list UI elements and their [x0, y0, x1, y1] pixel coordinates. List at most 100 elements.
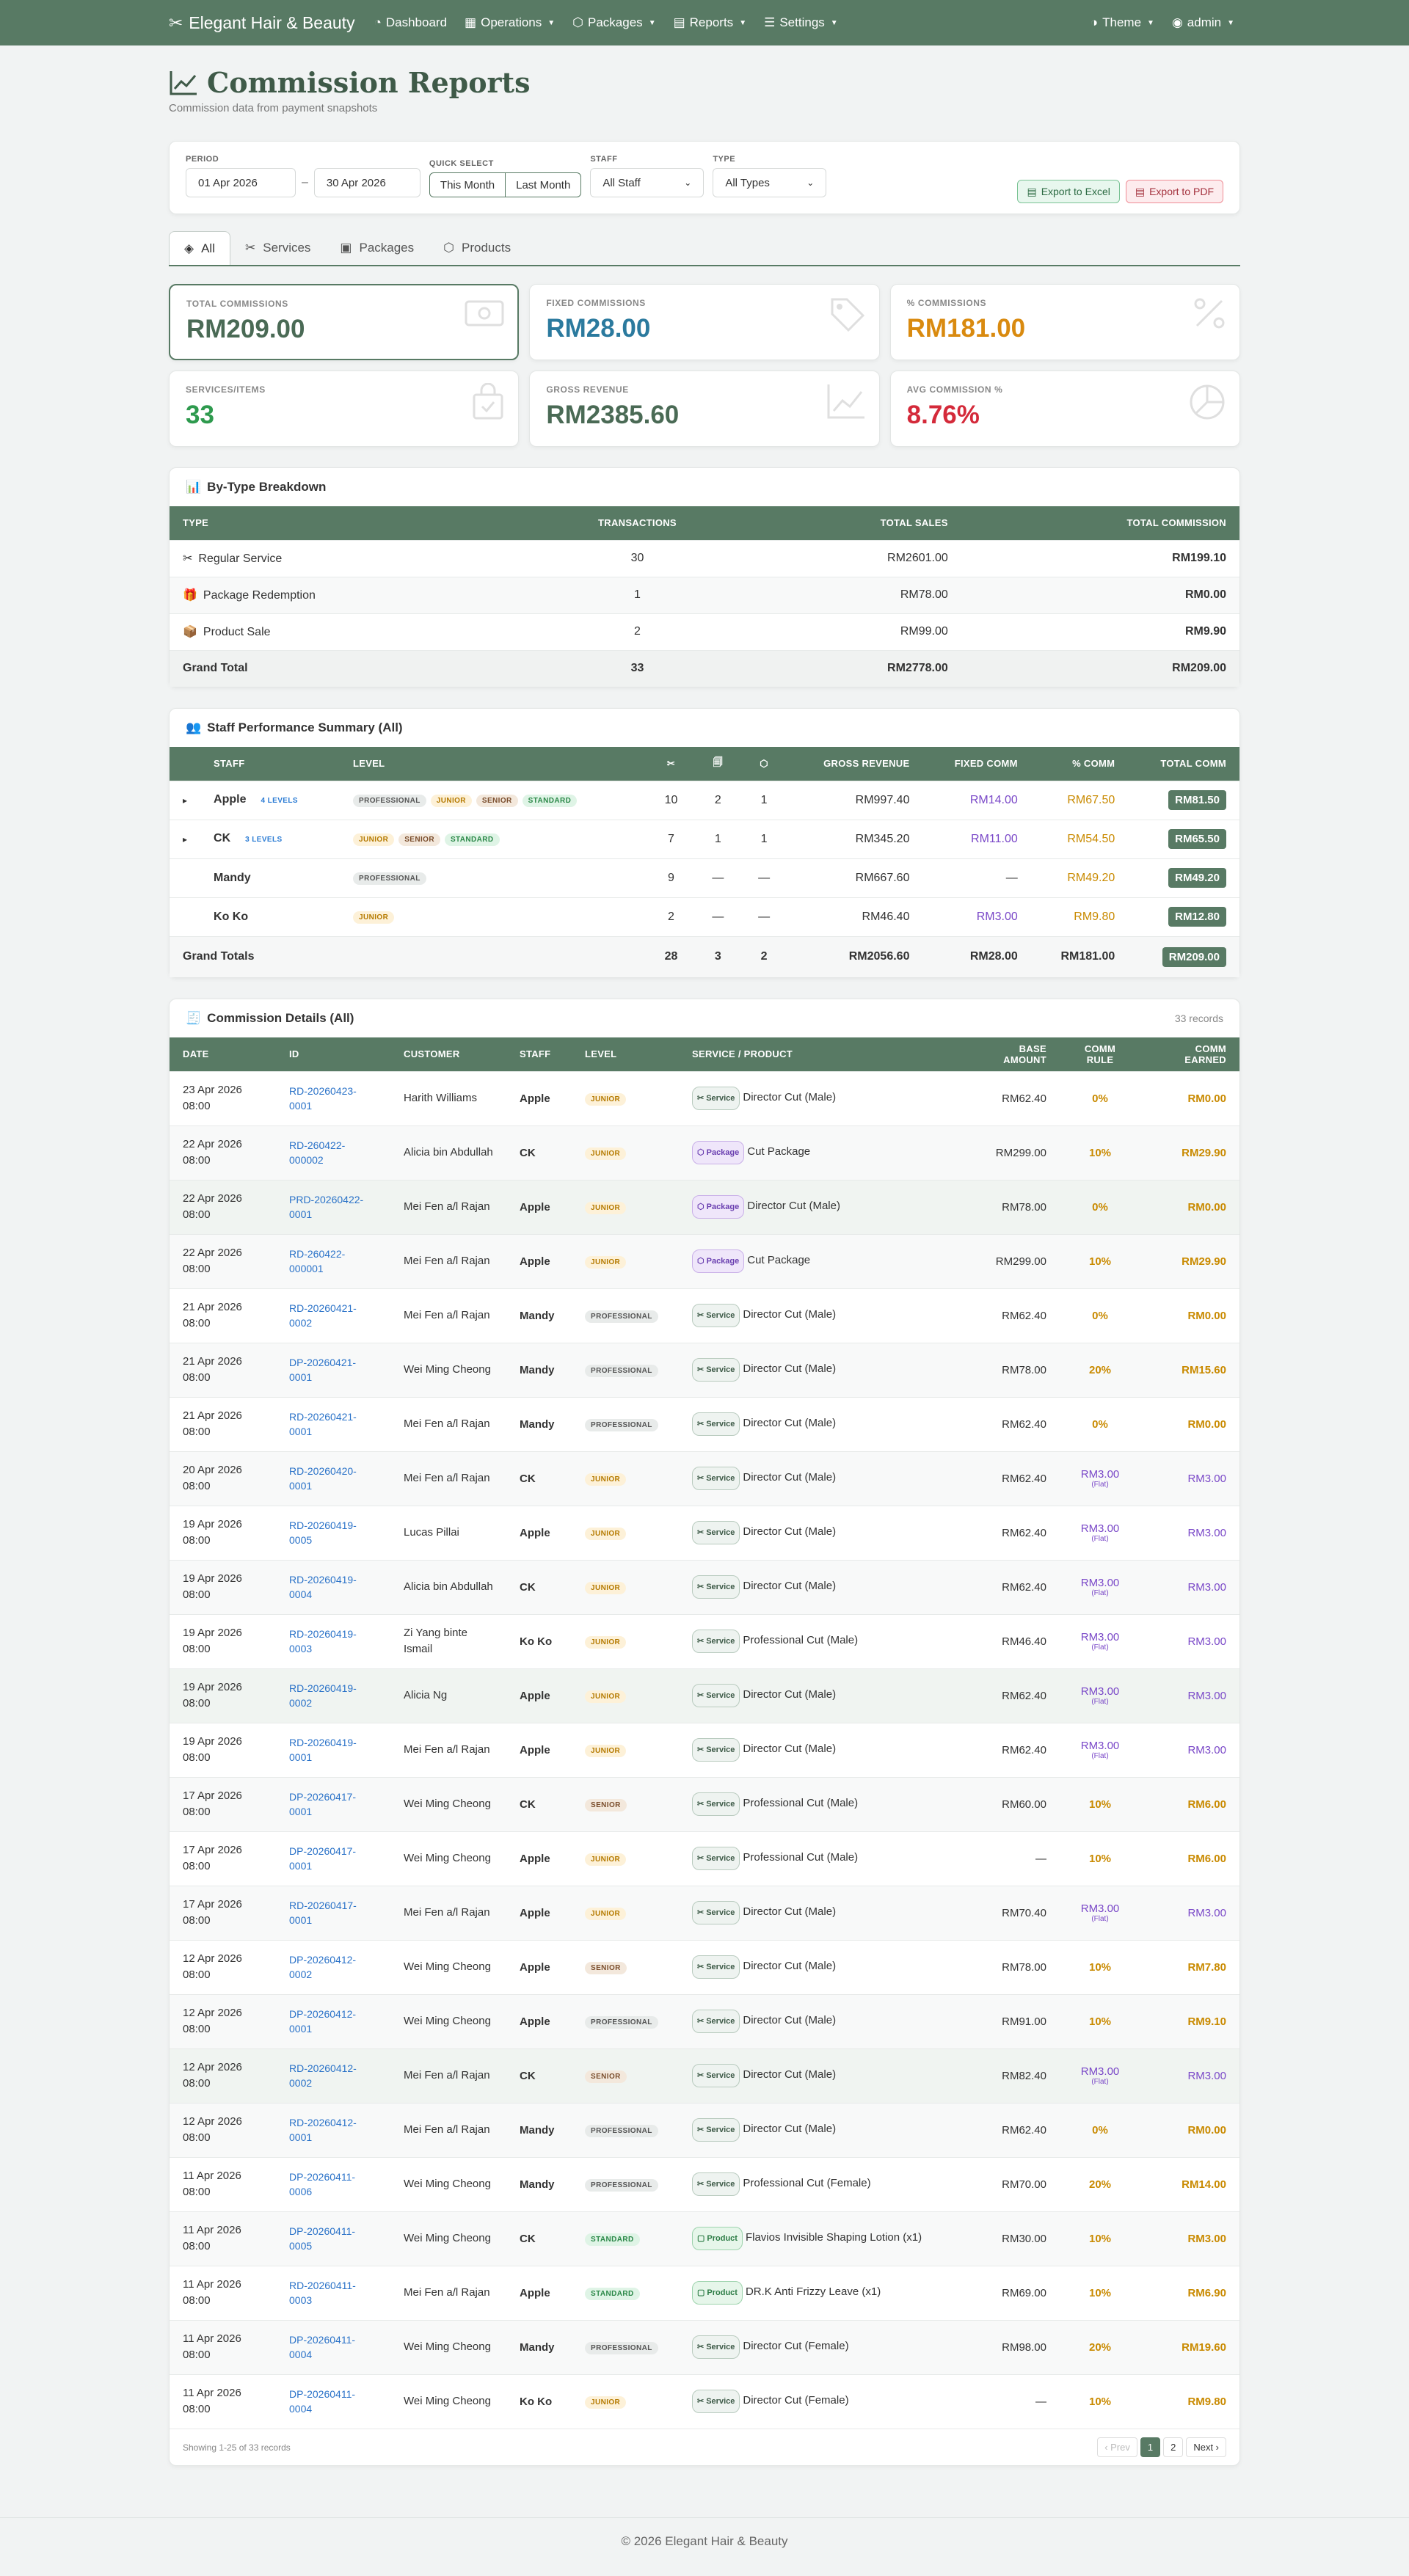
transaction-id-link[interactable]: PRD-20260422-0001 — [289, 1194, 363, 1220]
gross-revenue: RM997.40 — [787, 780, 923, 820]
stat-card[interactable]: TOTAL COMMISSIONS RM209.00 — [169, 284, 520, 360]
this-month-button[interactable]: This Month — [430, 173, 505, 197]
transaction-id-link[interactable]: DP-20260421-0001 — [289, 1357, 356, 1383]
tab-packages[interactable]: ▣ Packages — [325, 231, 429, 265]
nav-packages[interactable]: ⬡ Packages ▼ — [572, 15, 655, 30]
service-product-cell: ✂ Service Director Cut (Male) — [679, 1288, 961, 1343]
last-month-button[interactable]: Last Month — [505, 173, 580, 197]
comm-rule: 10% — [1060, 1233, 1140, 1288]
date-to-input[interactable]: 30 Apr 2026 — [313, 168, 420, 197]
item-name: Director Cut (Male) — [743, 1091, 837, 1103]
table-row: 11 Apr 2026 08:00 DP-20260411-0004 Wei Min… — [170, 2319, 1239, 2374]
date-cell: 21 Apr 2026 08:00 — [170, 1342, 276, 1397]
total-comm-pill: RM65.50 — [1168, 829, 1226, 849]
service-product-cell: ✂ Service Director Cut (Male) — [679, 1342, 961, 1397]
page-2-button[interactable]: 2 — [1163, 2437, 1184, 2457]
expand-toggle[interactable]: ▸ — [170, 780, 201, 820]
transaction-id-link[interactable]: DP-20260411-0004 — [289, 2334, 355, 2360]
level-badge: SENIOR — [398, 833, 440, 846]
comm-rule-value: 0% — [1092, 1200, 1108, 1214]
transaction-id-link[interactable]: DP-20260411-0006 — [289, 2171, 355, 2197]
transaction-id-link[interactable]: RD-20260419-0005 — [289, 1519, 357, 1546]
date-cell: 12 Apr 2026 08:00 — [170, 2048, 276, 2103]
expand-toggle[interactable]: ▸ — [170, 819, 201, 858]
service-product-cell: ✂ Service Director Cut (Male) — [679, 1505, 961, 1560]
prev-page-button[interactable]: ‹ Prev — [1097, 2437, 1137, 2457]
level-cell: STANDARD — [572, 2211, 679, 2266]
stat-card[interactable]: AVG COMMISSION % 8.76% — [889, 371, 1240, 447]
level-badge: PROFESSIONAL — [585, 2341, 658, 2354]
tab-products[interactable]: ⬡ Products — [429, 231, 525, 265]
staff-cell: Mandy — [506, 2156, 572, 2211]
nav-operations[interactable]: ▦ Operations ▼ — [465, 15, 555, 30]
transaction-id-link[interactable]: RD-20260423-0001 — [289, 1085, 357, 1112]
staff-row: Mandy PROFESSIONAL 9— — RM667.60— RM49.20 RM49… — [170, 858, 1239, 897]
type-tag: ⬡ Package — [692, 1195, 745, 1219]
nav-theme[interactable]: ◑ Theme ▼ — [1091, 15, 1154, 30]
comm-rule-value: 10% — [1088, 2232, 1112, 2245]
transaction-id-link[interactable]: RD-20260419-0004 — [289, 1574, 357, 1600]
stat-card[interactable]: GROSS REVENUE RM2385.60 — [529, 371, 880, 447]
transaction-id-link[interactable]: DP-20260411-0004 — [289, 2388, 355, 2415]
nav-reports[interactable]: ▤ Reports ▼ — [674, 15, 747, 30]
level-cell: JUNIOR — [572, 1451, 679, 1506]
type-tag-label: Service — [706, 2071, 735, 2080]
item-name: Professional Cut (Male) — [743, 1851, 859, 1864]
level-cell: JUNIOR — [572, 1831, 679, 1886]
export-pdf-button[interactable]: ▤ Export to PDF — [1125, 180, 1223, 203]
gross-revenue: RM46.40 — [787, 897, 923, 936]
level-badge: PROFESSIONAL — [585, 1364, 658, 1377]
transaction-id-link[interactable]: DP-20260417-0001 — [289, 1845, 356, 1872]
staff-cell: Apple — [506, 1993, 572, 2048]
staff-select[interactable]: All Staff ⌄ — [590, 168, 704, 197]
level-badge: PROFESSIONAL — [585, 2124, 658, 2137]
col-comm-rule: COMM RULE — [1084, 1043, 1116, 1065]
stat-card[interactable]: SERVICES/ITEMS 33 — [169, 371, 520, 447]
report-icon: ▤ — [673, 15, 685, 29]
transaction-id-link[interactable]: RD-20260421-0002 — [289, 1302, 357, 1329]
staff-row[interactable]: ▸ CK 3 LEVELS JUNIOR SENIOR STANDARD 7 1 1 RM345.… — [170, 819, 1239, 858]
nav-settings[interactable]: ☰ Settings ▼ — [764, 15, 838, 30]
transaction-id-link[interactable]: DP-20260411-0005 — [289, 2225, 355, 2252]
col-date: DATE — [183, 1048, 209, 1060]
transaction-id-link[interactable]: DP-20260417-0001 — [289, 1791, 356, 1817]
level-cell: PROFESSIONAL — [572, 2319, 679, 2374]
export-excel-button[interactable]: ▤ Export to Excel — [1017, 180, 1120, 203]
palette-icon: ◑ — [1090, 15, 1099, 29]
stat-card[interactable]: % COMMISSIONS RM181.00 — [889, 284, 1240, 360]
page-1-button[interactable]: 1 — [1140, 2437, 1161, 2457]
id-cell: DP-20260411-0005 — [276, 2211, 390, 2266]
transaction-id-link[interactable]: RD-20260417-0001 — [289, 1900, 357, 1926]
package-icon: ⬡ — [697, 1203, 704, 1211]
total-comm: RM209.00 — [1128, 935, 1239, 977]
transaction-id-link[interactable]: RD-20260411-0003 — [289, 2280, 356, 2306]
transaction-id-link[interactable]: RD-260422-000001 — [289, 1248, 345, 1274]
nav-user[interactable]: ◉ admin ▼ — [1172, 15, 1234, 30]
services-count: 2 — [647, 897, 695, 936]
brand[interactable]: ✂ Elegant Hair & Beauty — [169, 13, 355, 33]
transaction-id-link[interactable]: RD-260422-000002 — [289, 1139, 345, 1166]
transaction-id-link[interactable]: DP-20260412-0002 — [289, 1954, 356, 1980]
transaction-id-link[interactable]: RD-20260421-0001 — [289, 1411, 357, 1437]
comm-earned: RM3.00 — [1140, 2211, 1239, 2266]
date-from-input[interactable]: 01 Apr 2026 — [186, 168, 296, 197]
next-page-button[interactable]: Next › — [1186, 2437, 1226, 2457]
staff-row[interactable]: ▸ Apple 4 LEVELS PROFESSIONAL JUNIOR SENIOR ST… — [170, 780, 1239, 820]
comm-rule-value: RM3.00 — [1080, 1631, 1120, 1643]
transaction-id-link[interactable]: RD-20260420-0001 — [289, 1465, 357, 1492]
transaction-id-link[interactable]: RD-20260412-0002 — [289, 2062, 357, 2089]
tab-all[interactable]: ◈ All — [169, 231, 230, 265]
col-expand — [170, 747, 200, 781]
type-select[interactable]: All Types ⌄ — [713, 168, 827, 197]
transaction-id-link[interactable]: RD-20260419-0001 — [289, 1737, 357, 1763]
transaction-id-link[interactable]: DP-20260412-0001 — [289, 2008, 356, 2035]
transaction-id-link[interactable]: RD-20260419-0002 — [289, 1682, 357, 1709]
base-amount: — — [961, 2374, 1060, 2429]
stat-card[interactable]: FIXED COMMISSIONS RM28.00 — [529, 284, 880, 360]
tab-services[interactable]: ✂ Services — [230, 231, 325, 265]
transaction-id-link[interactable]: RD-20260412-0001 — [289, 2117, 357, 2143]
customer-cell: Mei Fen a/l Rajan — [390, 1722, 506, 1777]
nav-dashboard[interactable]: ◔ Dashboard — [374, 15, 447, 30]
transaction-id-link[interactable]: RD-20260419-0003 — [289, 1628, 357, 1654]
staff-name-cell: Mandy — [200, 858, 341, 897]
